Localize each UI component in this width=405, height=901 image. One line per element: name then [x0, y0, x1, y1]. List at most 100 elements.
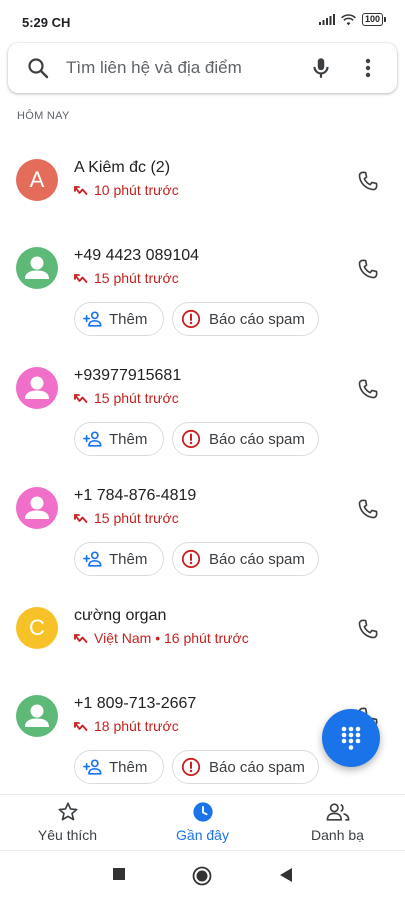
report-spam-button[interactable]: Báo cáo spam — [172, 750, 319, 784]
report-spam-label: Báo cáo spam — [209, 310, 305, 328]
missed-call-icon — [74, 274, 88, 283]
recent-apps-icon[interactable] — [112, 867, 126, 881]
report-spam-label: Báo cáo spam — [209, 550, 305, 568]
call-log-row[interactable]: +49 4423 089104 15 phút trước — [0, 228, 405, 302]
call-log-row[interactable]: Ccường organ Việt Nam • 16 phút trước — [0, 588, 405, 676]
call-actions: Thêm Báo cáo spam — [0, 542, 405, 588]
call-log-row[interactable]: +93977915681 15 phút trước — [0, 348, 405, 422]
call-details: 15 phút trước — [74, 390, 179, 406]
call-time: 18 phút trước — [94, 718, 179, 734]
call-back-button[interactable] — [354, 255, 382, 283]
dialpad-button[interactable] — [322, 709, 380, 767]
avatar[interactable] — [16, 367, 58, 409]
bottom-navigation: Yêu thích Gần đây Danh bạ — [0, 794, 405, 851]
status-bar: 5:29 CH 100 — [0, 0, 405, 40]
dialpad-icon — [341, 726, 361, 750]
caller-name: +93977915681 — [74, 367, 182, 384]
report-spam-icon — [181, 429, 201, 449]
phone-icon — [358, 171, 378, 191]
avatar[interactable] — [16, 695, 58, 737]
report-spam-button[interactable]: Báo cáo spam — [172, 422, 319, 456]
call-log-row[interactable]: A A Kiêm đc (2) 10 phút trước — [0, 140, 405, 228]
search-icon — [28, 58, 49, 79]
call-details: 15 phút trước — [74, 510, 179, 526]
search-bar[interactable]: Tìm liên hệ và địa điểm — [8, 43, 397, 93]
call-back-button[interactable] — [354, 615, 382, 643]
report-spam-button[interactable]: Báo cáo spam — [172, 542, 319, 576]
nav-contacts-label: Danh bạ — [311, 827, 364, 843]
phone-icon — [358, 259, 378, 279]
mic-icon[interactable] — [308, 55, 334, 81]
call-actions: Thêm Báo cáo spam — [0, 422, 405, 468]
add-contact-icon — [83, 759, 102, 775]
report-spam-button[interactable]: Báo cáo spam — [172, 302, 319, 336]
battery-icon: 100 — [361, 13, 387, 26]
missed-call-icon — [74, 394, 88, 403]
nav-contacts[interactable]: Danh bạ — [270, 795, 405, 851]
call-time: Việt Nam • 16 phút trước — [94, 630, 249, 646]
avatar[interactable]: C — [16, 607, 58, 649]
report-spam-icon — [181, 549, 201, 569]
call-back-button[interactable] — [354, 375, 382, 403]
signal-icon — [318, 14, 335, 25]
status-icons: 100 — [318, 13, 387, 26]
person-icon — [25, 376, 49, 399]
report-spam-icon — [181, 309, 201, 329]
call-log-item[interactable]: +49 4423 089104 15 phút trước Thêm Báo cáo … — [0, 228, 405, 348]
call-time: 15 phút trước — [94, 390, 179, 406]
call-back-button[interactable] — [354, 495, 382, 523]
caller-name: +49 4423 089104 — [74, 247, 200, 264]
add-contact-button[interactable]: Thêm — [74, 542, 164, 576]
nav-recents[interactable]: Gần đây — [135, 795, 270, 851]
section-header-today: HÔM NAY — [17, 110, 70, 122]
call-log-item[interactable]: +93977915681 15 phút trước Thêm Báo cáo spa… — [0, 348, 405, 468]
report-spam-label: Báo cáo spam — [209, 430, 305, 448]
avatar[interactable] — [16, 247, 58, 289]
add-contact-button[interactable]: Thêm — [74, 302, 164, 336]
status-time: 5:29 CH — [22, 15, 71, 30]
home-icon[interactable] — [192, 866, 212, 886]
add-contact-label: Thêm — [109, 758, 148, 776]
add-contact-icon — [83, 431, 102, 447]
call-log-row[interactable]: +1 784-876-4819 15 phút trước — [0, 468, 405, 542]
add-contact-icon — [83, 551, 102, 567]
star-icon — [57, 802, 78, 821]
call-back-button[interactable] — [354, 167, 382, 195]
call-details: 18 phút trước — [74, 718, 179, 734]
report-spam-label: Báo cáo spam — [209, 758, 305, 776]
add-contact-button[interactable]: Thêm — [74, 422, 164, 456]
system-navigation-bar — [0, 850, 405, 901]
call-log-item[interactable]: A A Kiêm đc (2) 10 phút trước — [0, 140, 405, 228]
more-options-icon[interactable] — [358, 56, 378, 80]
add-contact-label: Thêm — [109, 550, 148, 568]
call-details: 15 phút trước — [74, 270, 179, 286]
caller-name: +1 809-713-2667 — [74, 695, 197, 712]
nav-favorites[interactable]: Yêu thích — [0, 795, 135, 851]
nav-favorites-label: Yêu thích — [37, 827, 98, 843]
avatar[interactable]: A — [16, 159, 58, 201]
caller-name: A Kiêm đc (2) — [74, 159, 171, 176]
call-log-item[interactable]: +1 784-876-4819 15 phút trước Thêm Báo cáo … — [0, 468, 405, 588]
search-input[interactable]: Tìm liên hệ và địa điểm — [66, 58, 242, 78]
add-contact-button[interactable]: Thêm — [74, 750, 164, 784]
avatar[interactable] — [16, 487, 58, 529]
missed-call-icon — [74, 722, 88, 731]
call-details: Việt Nam • 16 phút trước — [74, 630, 249, 646]
back-icon[interactable] — [279, 867, 293, 883]
person-icon — [25, 704, 49, 727]
call-log-item[interactable]: Ccường organ Việt Nam • 16 phút trước — [0, 588, 405, 676]
add-contact-label: Thêm — [109, 430, 148, 448]
nav-recents-label: Gần đây — [176, 827, 229, 843]
caller-name: +1 784-876-4819 — [74, 487, 197, 504]
caller-name: cường organ — [74, 607, 167, 624]
wifi-icon — [341, 13, 356, 25]
report-spam-icon — [181, 757, 201, 777]
clock-icon — [192, 802, 213, 822]
call-time: 10 phút trước — [94, 182, 179, 198]
person-icon — [25, 496, 49, 519]
missed-call-icon — [74, 186, 88, 195]
people-icon — [326, 803, 349, 821]
call-actions: Thêm Báo cáo spam — [0, 302, 405, 348]
phone-icon — [358, 379, 378, 399]
person-icon — [25, 256, 49, 279]
